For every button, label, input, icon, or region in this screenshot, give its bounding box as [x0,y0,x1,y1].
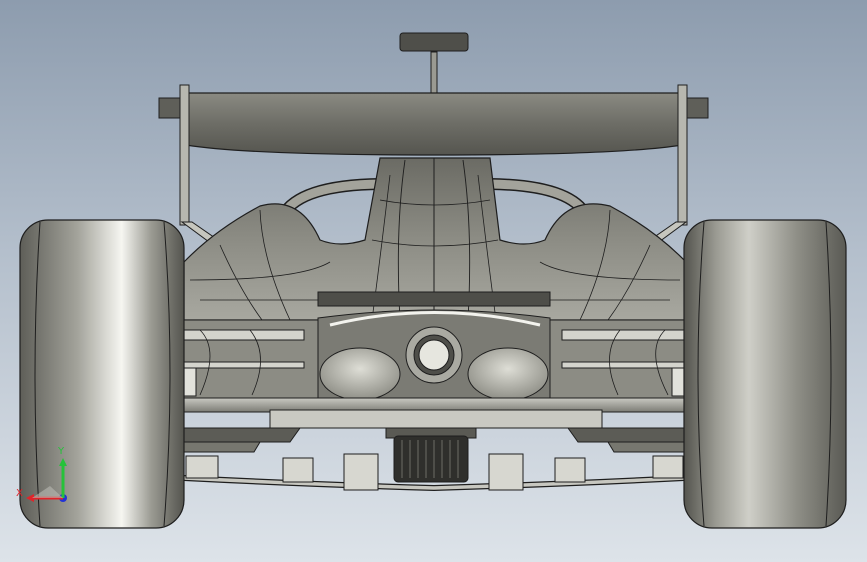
triad-y-axis: Y [57,446,67,498]
rear-exhaust[interactable] [385,427,477,483]
triad-y-label: Y [57,446,65,457]
graphics-viewport[interactable]: X Y [0,0,867,562]
top-camera-mount[interactable] [399,32,469,95]
triad-x-label: X [16,488,23,499]
beam-wing[interactable] [317,291,551,307]
triad-origin-plane [32,486,63,498]
gearbox-crash-structure[interactable] [317,309,551,401]
rear-wing[interactable] [158,92,709,156]
f1-car-rear-view-model[interactable] [0,0,867,562]
orientation-triad: X Y [16,446,67,502]
rear-tire-right[interactable] [683,219,847,529]
